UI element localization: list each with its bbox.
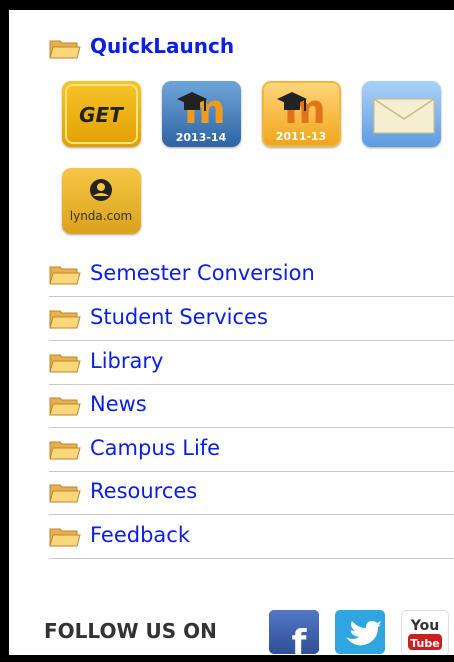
lynda-tile-label: lynda.com <box>70 209 132 223</box>
get-tile-label: GET <box>79 103 124 127</box>
moodle-2013-tile[interactable]: m 2013-14 <box>162 81 241 147</box>
nav-item-label[interactable]: News <box>90 392 147 416</box>
nav-item-label[interactable]: Library <box>90 349 163 373</box>
folder-icon <box>49 266 81 285</box>
facebook-icon[interactable]: f <box>269 610 319 654</box>
folder-icon <box>49 397 81 416</box>
quicklaunch-title[interactable]: QuickLaunch <box>90 34 234 58</box>
nav-item[interactable]: Resources <box>49 471 454 515</box>
nav-item-label[interactable]: Campus Life <box>90 436 220 460</box>
folder-icon <box>49 40 81 59</box>
folder-icon <box>49 528 81 547</box>
moodle-2011-label: 2011-13 <box>276 130 327 143</box>
folder-icon <box>49 310 81 329</box>
nav-item[interactable]: Feedback <box>49 515 454 559</box>
svg-text:f: f <box>292 623 308 654</box>
nav-item[interactable]: Semester Conversion <box>49 253 454 297</box>
follow-us-label: FOLLOW US ON <box>44 619 217 643</box>
nav-item[interactable]: News <box>49 384 454 428</box>
moodle-2013-label: 2013-14 <box>176 131 227 144</box>
quicklaunch-panel: QuickLaunch GET m 2013-14 m 2011-13 lynd… <box>9 10 454 655</box>
nav-item-label[interactable]: Semester Conversion <box>90 261 315 285</box>
svg-text:Tube: Tube <box>410 637 439 650</box>
email-tile[interactable] <box>362 81 441 147</box>
nav-item[interactable]: Campus Life <box>49 428 454 472</box>
folder-icon <box>49 354 81 373</box>
envelope-icon <box>373 98 435 134</box>
twitter-icon[interactable] <box>335 610 385 654</box>
nav-item[interactable]: Library <box>49 341 454 385</box>
nav-item-label[interactable]: Resources <box>90 479 197 503</box>
get-tile[interactable]: GET <box>62 81 141 147</box>
nav-item[interactable]: Student Services <box>49 297 454 341</box>
folder-icon <box>49 441 81 460</box>
youtube-icon[interactable]: You Tube <box>401 610 449 655</box>
nav-item-label[interactable]: Student Services <box>90 305 268 329</box>
moodle-2011-tile[interactable]: m 2011-13 <box>262 81 341 147</box>
svg-text:You: You <box>410 618 439 634</box>
lynda-tile[interactable]: lynda.com <box>62 168 141 234</box>
folder-icon <box>49 484 81 503</box>
nav-item-label[interactable]: Feedback <box>90 523 190 547</box>
